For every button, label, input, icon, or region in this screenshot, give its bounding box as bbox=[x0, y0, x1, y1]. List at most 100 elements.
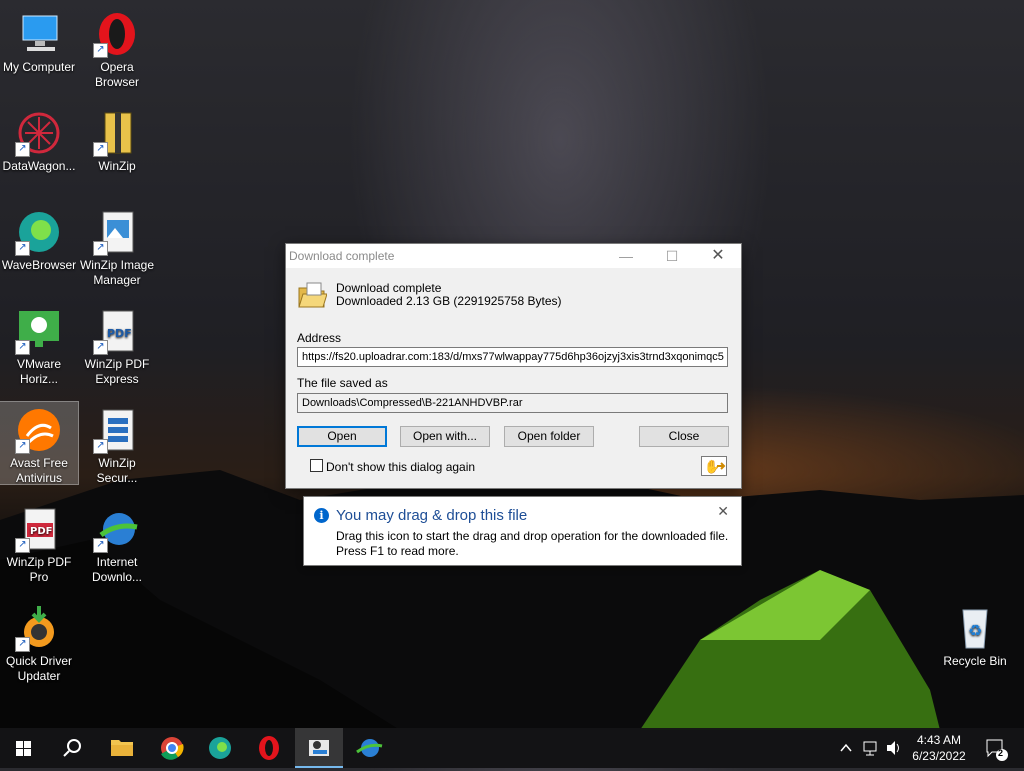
volume-icon bbox=[887, 741, 899, 755]
desktop-icon-winzip-secure[interactable]: ↗ WinZip Secur... bbox=[78, 402, 156, 486]
tooltip-title: You may drag & drop this file bbox=[336, 507, 528, 524]
quick-driver-icon: ↗ bbox=[15, 604, 63, 652]
shortcut-arrow-icon: ↗ bbox=[15, 637, 30, 652]
desktop-icon-my-computer[interactable]: My Computer bbox=[0, 6, 78, 75]
desktop-icon-label: Internet bbox=[96, 555, 138, 569]
download-size-text: Downloaded 2.13 GB (2291925758 Bytes) bbox=[336, 294, 562, 308]
desktop-icon-label: WinZip PDF bbox=[84, 357, 150, 371]
network-icon bbox=[863, 741, 877, 756]
tooltip-body: Drag this icon to start the drag and dro… bbox=[336, 529, 728, 559]
start-button[interactable] bbox=[0, 728, 48, 768]
shortcut-arrow-icon: ↗ bbox=[93, 142, 108, 157]
chevron-up-icon bbox=[840, 743, 852, 752]
desktop-icon-internet-download-manager[interactable]: ↗ Internet Downlo... bbox=[78, 501, 156, 585]
winzip-image-icon: ↗ bbox=[93, 208, 141, 256]
desktop-icon-datawagon[interactable]: ↗ DataWagon... bbox=[0, 105, 78, 174]
tooltip-body-line: Press F1 to read more. bbox=[336, 544, 459, 558]
desktop-icon-label: Opera bbox=[100, 60, 134, 74]
dialog-titlebar[interactable]: Download complete — ☐ ✕ bbox=[286, 244, 741, 268]
download-complete-dialog: Download complete — ☐ ✕ Download complet… bbox=[285, 243, 742, 489]
desktop-icon-label: Manager bbox=[93, 273, 141, 287]
drag-drop-tooltip: i You may drag & drop this file Drag thi… bbox=[303, 496, 742, 566]
shortcut-arrow-icon: ↗ bbox=[15, 340, 30, 355]
saved-as-field[interactable]: Downloads\Compressed\B-221ANHDVBP.rar bbox=[297, 393, 728, 413]
desktop-icon-label: My Computer bbox=[2, 60, 76, 74]
clock-date: 6/23/2022 bbox=[912, 749, 966, 763]
desktop-icon-wavebrowser[interactable]: ↗ WaveBrowser bbox=[0, 204, 78, 273]
taskbar-idm[interactable] bbox=[345, 728, 393, 768]
desktop-icon-label: WinZip bbox=[98, 456, 136, 470]
idm-downloader-icon bbox=[309, 740, 329, 756]
opera-icon: ↗ bbox=[93, 10, 141, 58]
dialog-title: Download complete bbox=[289, 249, 395, 263]
desktop-icon-label: Antivirus bbox=[15, 471, 62, 485]
taskbar-chrome[interactable] bbox=[148, 728, 196, 768]
desktop-icon-label: Downlo... bbox=[91, 570, 143, 584]
svg-text:♻: ♻ bbox=[968, 621, 982, 640]
shortcut-arrow-icon: ↗ bbox=[15, 439, 30, 454]
desktop-icon-label: DataWagon... bbox=[2, 159, 76, 173]
start-icon bbox=[16, 741, 31, 756]
tooltip-close-icon[interactable]: ✕ bbox=[717, 503, 729, 520]
network-button[interactable] bbox=[861, 728, 881, 768]
taskbar-edge[interactable] bbox=[196, 728, 244, 768]
vmware-icon: ↗ bbox=[15, 307, 63, 355]
notifications-button[interactable]: 2 bbox=[982, 728, 1012, 768]
search-button[interactable] bbox=[48, 728, 96, 768]
drag-drop-hand-icon[interactable]: ✋ bbox=[701, 456, 727, 476]
shortcut-arrow-icon: ↗ bbox=[93, 538, 108, 553]
svg-text:PDF: PDF bbox=[30, 526, 52, 537]
maximize-icon[interactable]: ☐ bbox=[649, 244, 695, 268]
desktop-icon-label: VMware bbox=[16, 357, 61, 371]
minimize-icon[interactable]: — bbox=[603, 244, 649, 268]
close-button[interactable]: Close bbox=[639, 426, 729, 447]
desktop-icon-winzip-pdf-pro[interactable]: PDF ↗ WinZip PDF Pro bbox=[0, 501, 78, 585]
show-hidden-icons-button[interactable] bbox=[838, 728, 854, 768]
shortcut-arrow-icon: ↗ bbox=[15, 241, 30, 256]
dont-show-again-label[interactable]: Don't show this dialog again bbox=[326, 460, 475, 474]
taskbar-opera[interactable] bbox=[245, 728, 293, 768]
desktop-icon-label: Secur... bbox=[96, 471, 138, 485]
desktop-icon-avast[interactable]: ↗ Avast Free Antivirus bbox=[0, 401, 79, 485]
winzip-secure-icon: ↗ bbox=[93, 406, 141, 454]
clock-time: 4:43 AM bbox=[916, 733, 962, 747]
desktop-icon-label: WinZip PDF bbox=[6, 555, 72, 569]
computer-icon bbox=[15, 10, 63, 58]
open-with-button[interactable]: Open with... bbox=[400, 426, 490, 447]
idm-icon: ↗ bbox=[93, 505, 141, 553]
desktop-icon-label: Quick Driver bbox=[5, 654, 72, 668]
taskbar: 4:43 AM 6/23/2022 2 bbox=[0, 728, 1024, 768]
desktop-icon-label: Updater bbox=[17, 669, 61, 683]
desktop-icon-winzip-pdf-express[interactable]: PDF ↗ WinZip PDF Express bbox=[78, 303, 156, 387]
desktop-icon-winzip-image-manager[interactable]: ↗ WinZip Image Manager bbox=[78, 204, 156, 288]
desktop-icon-recycle-bin[interactable]: ♻ Recycle Bin bbox=[936, 600, 1014, 669]
file-explorer-icon bbox=[111, 740, 133, 756]
notification-count: 2 bbox=[998, 748, 1004, 758]
taskbar-file-explorer[interactable] bbox=[98, 728, 146, 768]
datawagon-icon: ↗ bbox=[15, 109, 63, 157]
dont-show-again-checkbox[interactable] bbox=[310, 459, 323, 472]
open-button[interactable]: Open bbox=[297, 426, 387, 447]
desktop-icon-winzip[interactable]: ↗ WinZip bbox=[78, 105, 156, 174]
taskbar-clock[interactable]: 4:43 AM 6/23/2022 bbox=[908, 732, 970, 764]
open-folder-button[interactable]: Open folder bbox=[504, 426, 594, 447]
info-icon: i bbox=[314, 508, 329, 523]
desktop-icon-label: Pro bbox=[29, 570, 49, 584]
shortcut-arrow-icon: ↗ bbox=[15, 538, 30, 553]
desktop-icon-label: WaveBrowser bbox=[1, 258, 77, 272]
taskbar-idm-downloader[interactable] bbox=[295, 728, 343, 768]
recycle-bin-icon: ♻ bbox=[951, 604, 999, 652]
desktop-icon-label: Express bbox=[95, 372, 139, 386]
svg-text:PDF: PDF bbox=[107, 327, 132, 340]
desktop-icon-vmware-horizon[interactable]: ↗ VMware Horiz... bbox=[0, 303, 78, 387]
address-field[interactable]: https://fs20.uploadrar.com:183/d/mxs77wl… bbox=[297, 347, 728, 367]
edge-icon bbox=[209, 737, 231, 759]
volume-button[interactable] bbox=[884, 728, 904, 768]
desktop-icon-quick-driver-updater[interactable]: ↗ Quick Driver Updater bbox=[0, 600, 78, 684]
wavebrowser-icon: ↗ bbox=[15, 208, 63, 256]
tooltip-body-line: Drag this icon to start the drag and dro… bbox=[336, 529, 729, 543]
desktop-icon-opera[interactable]: ↗ Opera Browser bbox=[78, 6, 156, 90]
close-icon[interactable]: ✕ bbox=[695, 244, 741, 268]
saved-as-label: The file saved as bbox=[297, 376, 388, 390]
dialog-heading: Download complete bbox=[336, 281, 442, 295]
